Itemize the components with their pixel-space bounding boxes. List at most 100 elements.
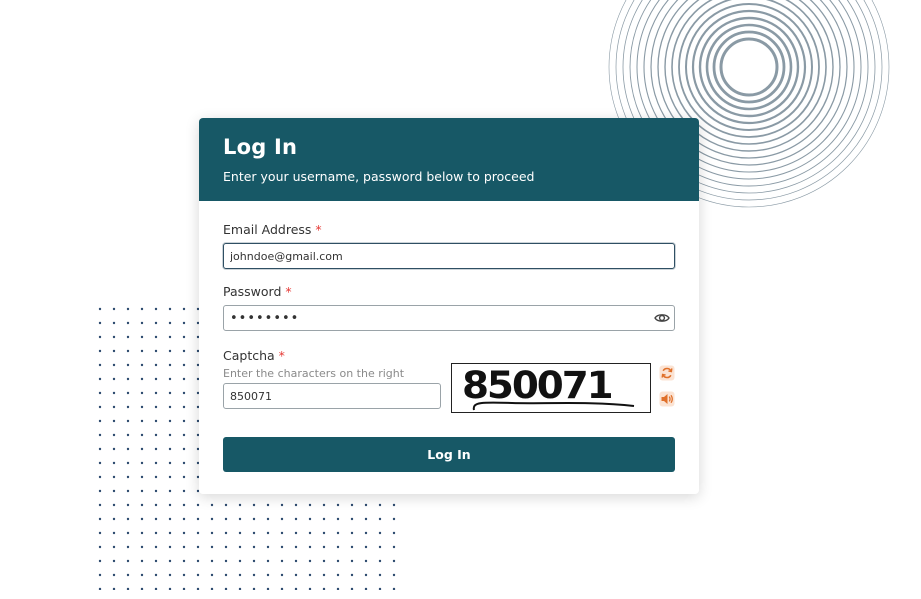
decoration-dot [154, 335, 158, 339]
decoration-dot [182, 377, 186, 381]
decoration-dot [154, 475, 158, 479]
decoration-dot [364, 573, 368, 577]
captcha-input-group: Enter the characters on the right [223, 365, 441, 413]
decoration-dot [182, 559, 186, 563]
decoration-dot [168, 573, 172, 577]
decoration-dot [182, 335, 186, 339]
decoration-dot [98, 587, 102, 590]
decoration-dot [238, 559, 242, 563]
captcha-hint: Enter the characters on the right [223, 367, 405, 380]
decoration-dot [224, 587, 228, 590]
decoration-dot [140, 545, 144, 549]
decoration-dot [350, 545, 354, 549]
decoration-dot [224, 559, 228, 563]
decoration-dot [294, 587, 298, 590]
decoration-dot [294, 503, 298, 507]
decoration-dot [126, 433, 130, 437]
decoration-dot [98, 517, 102, 521]
login-button[interactable]: Log In [223, 437, 675, 472]
decoration-dot [168, 461, 172, 465]
decoration-dot [308, 545, 312, 549]
decoration-dot [112, 377, 116, 381]
password-field[interactable] [223, 305, 675, 331]
decoration-dot [196, 573, 200, 577]
decoration-dot [392, 559, 396, 563]
decoration-dot [182, 349, 186, 353]
decoration-dot [154, 461, 158, 465]
decoration-dot [224, 503, 228, 507]
decoration-dot [308, 573, 312, 577]
decoration-dot [168, 321, 172, 325]
decoration-dot [252, 573, 256, 577]
decoration-dot [112, 363, 116, 367]
decoration-dot [252, 503, 256, 507]
decoration-dot [210, 545, 214, 549]
decoration-dot [168, 433, 172, 437]
decoration-dot [378, 531, 382, 535]
email-field[interactable] [223, 243, 675, 269]
decoration-dot [168, 489, 172, 493]
decoration-dot [98, 363, 102, 367]
decoration-dot [168, 587, 172, 590]
decoration-dot [266, 573, 270, 577]
decoration-dot [378, 503, 382, 507]
decoration-dot [98, 531, 102, 535]
decoration-dot [392, 573, 396, 577]
captcha-noise-line [472, 401, 635, 411]
eye-icon[interactable] [654, 310, 670, 326]
decoration-dot [112, 461, 116, 465]
decoration-dot [154, 363, 158, 367]
decoration-dot [168, 531, 172, 535]
decoration-dot [392, 587, 396, 590]
required-mark: * [278, 348, 285, 363]
decoration-dot [322, 545, 326, 549]
decoration-dot [364, 517, 368, 521]
decoration-dot [196, 545, 200, 549]
decoration-dot [378, 587, 382, 590]
decoration-dot [336, 545, 340, 549]
decoration-dot [364, 503, 368, 507]
decoration-dot [238, 517, 242, 521]
decoration-dot [182, 573, 186, 577]
decoration-dot [112, 475, 116, 479]
decoration-dot [210, 559, 214, 563]
decoration-dot [336, 587, 340, 590]
decoration-dot [392, 517, 396, 521]
decoration-dot [182, 461, 186, 465]
login-card: Log In Enter your username, password bel… [199, 118, 699, 494]
decoration-dot [126, 475, 130, 479]
decoration-dot [168, 335, 172, 339]
decoration-dot [168, 419, 172, 423]
decoration-dot [224, 517, 228, 521]
page-subtitle: Enter your username, password below to p… [223, 169, 535, 184]
captcha-field[interactable] [223, 383, 441, 409]
decoration-dot [126, 391, 130, 395]
decoration-dot [126, 405, 130, 409]
decoration-dot [364, 559, 368, 563]
decoration-dot [98, 419, 102, 423]
decoration-dot [266, 531, 270, 535]
speaker-icon[interactable] [659, 391, 675, 407]
decoration-dot [154, 503, 158, 507]
decoration-dot [266, 545, 270, 549]
decoration-dot [126, 503, 130, 507]
password-label-text: Password [223, 284, 282, 299]
decoration-dot [168, 349, 172, 353]
decoration-dot [168, 517, 172, 521]
decoration-dot [322, 573, 326, 577]
decoration-dot [98, 461, 102, 465]
decoration-dot [98, 489, 102, 493]
decoration-dot [140, 391, 144, 395]
decoration-dot [112, 573, 116, 577]
refresh-icon[interactable] [659, 365, 675, 381]
decoration-dot [280, 559, 284, 563]
decoration-dot [98, 475, 102, 479]
decoration-dot [392, 545, 396, 549]
decoration-dot [140, 475, 144, 479]
decoration-dot [294, 531, 298, 535]
decoration-dot [98, 545, 102, 549]
decoration-dot [112, 447, 116, 451]
decoration-dot [112, 531, 116, 535]
decoration-dot [154, 573, 158, 577]
decoration-dot [182, 587, 186, 590]
